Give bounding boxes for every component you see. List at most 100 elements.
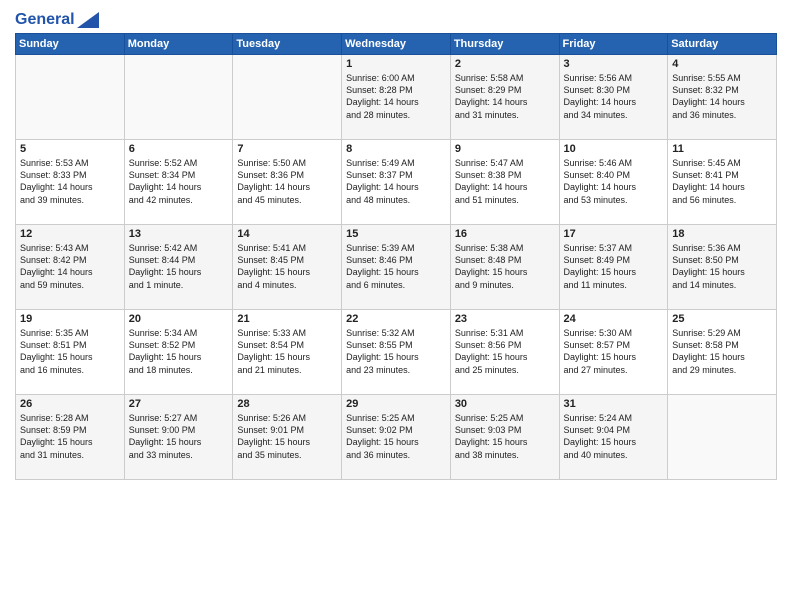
day-number: 30 [455,398,555,410]
day-number: 2 [455,58,555,70]
header-row: SundayMondayTuesdayWednesdayThursdayFrid… [16,34,777,55]
day-info: Sunrise: 5:37 AM Sunset: 8:49 PM Dayligh… [564,242,664,291]
day-number: 5 [20,143,120,155]
day-info: Sunrise: 5:31 AM Sunset: 8:56 PM Dayligh… [455,327,555,376]
calendar-day: 23 Sunrise: 5:31 AM Sunset: 8:56 PM Dayli… [450,310,559,395]
day-number: 3 [564,58,664,70]
day-info: Sunrise: 5:42 AM Sunset: 8:44 PM Dayligh… [129,242,229,291]
calendar-week: 26 Sunrise: 5:28 AM Sunset: 8:59 PM Dayli… [16,395,777,480]
day-number: 28 [237,398,337,410]
day-number: 22 [346,313,446,325]
calendar-day: 25 Sunrise: 5:29 AM Sunset: 8:58 PM Dayli… [668,310,777,395]
calendar-day: 15 Sunrise: 5:39 AM Sunset: 8:46 PM Dayli… [342,225,451,310]
day-number: 10 [564,143,664,155]
calendar-day: 21Sunrise: 5:33 AM Sunset: 8:54 PM Dayli… [233,310,342,395]
calendar-day: 2 Sunrise: 5:58 AM Sunset: 8:29 PM Daylig… [450,55,559,140]
day-info: Sunrise: 5:25 AM Sunset: 9:02 PM Dayligh… [346,412,446,461]
calendar-day: 6 Sunrise: 5:52 AM Sunset: 8:34 PM Daylig… [124,140,233,225]
header-day: Saturday [668,34,777,55]
day-number: 7 [237,143,337,155]
calendar-day: 29 Sunrise: 5:25 AM Sunset: 9:02 PM Dayli… [342,395,451,480]
day-info: Sunrise: 5:32 AM Sunset: 8:55 PM Dayligh… [346,327,446,376]
calendar-day [233,55,342,140]
day-info: Sunrise: 5:24 AM Sunset: 9:04 PM Dayligh… [564,412,664,461]
day-info: Sunrise: 5:30 AM Sunset: 8:57 PM Dayligh… [564,327,664,376]
calendar-day: 30 Sunrise: 5:25 AM Sunset: 9:03 PM Dayli… [450,395,559,480]
calendar-day: 28Sunrise: 5:26 AM Sunset: 9:01 PM Dayli… [233,395,342,480]
calendar-day: 16 Sunrise: 5:38 AM Sunset: 8:48 PM Dayli… [450,225,559,310]
calendar-day [124,55,233,140]
header-day: Wednesday [342,34,451,55]
day-info: Sunrise: 5:39 AM Sunset: 8:46 PM Dayligh… [346,242,446,291]
logo: General [15,10,99,27]
logo-general: General [15,10,75,29]
calendar-day: 9 Sunrise: 5:47 AM Sunset: 8:38 PM Daylig… [450,140,559,225]
day-number: 18 [672,228,772,240]
day-info: Sunrise: 5:29 AM Sunset: 8:58 PM Dayligh… [672,327,772,376]
day-number: 6 [129,143,229,155]
calendar-day: 31Sunrise: 5:24 AM Sunset: 9:04 PM Dayli… [559,395,668,480]
day-number: 9 [455,143,555,155]
day-number: 29 [346,398,446,410]
day-number: 1 [346,58,446,70]
calendar-day [16,55,125,140]
header-day: Tuesday [233,34,342,55]
calendar-week: 5Sunrise: 5:53 AM Sunset: 8:33 PM Daylig… [16,140,777,225]
calendar-day: 7 Sunrise: 5:50 AM Sunset: 8:36 PM Daylig… [233,140,342,225]
day-info: Sunrise: 5:34 AM Sunset: 8:52 PM Dayligh… [129,327,229,376]
calendar-week: 19Sunrise: 5:35 AM Sunset: 8:51 PM Dayli… [16,310,777,395]
calendar-day: 13Sunrise: 5:42 AM Sunset: 8:44 PM Dayli… [124,225,233,310]
day-info: Sunrise: 5:47 AM Sunset: 8:38 PM Dayligh… [455,157,555,206]
calendar-day: 18 Sunrise: 5:36 AM Sunset: 8:50 PM Dayli… [668,225,777,310]
calendar-day: 27Sunrise: 5:27 AM Sunset: 9:00 PM Dayli… [124,395,233,480]
day-info: Sunrise: 5:50 AM Sunset: 8:36 PM Dayligh… [237,157,337,206]
calendar-week: 12Sunrise: 5:43 AM Sunset: 8:42 PM Dayli… [16,225,777,310]
day-number: 8 [346,143,446,155]
day-info: Sunrise: 5:27 AM Sunset: 9:00 PM Dayligh… [129,412,229,461]
calendar-day: 5Sunrise: 5:53 AM Sunset: 8:33 PM Daylig… [16,140,125,225]
calendar-day: 20Sunrise: 5:34 AM Sunset: 8:52 PM Dayli… [124,310,233,395]
calendar-day [668,395,777,480]
calendar-day: 12Sunrise: 5:43 AM Sunset: 8:42 PM Dayli… [16,225,125,310]
day-info: Sunrise: 5:52 AM Sunset: 8:34 PM Dayligh… [129,157,229,206]
calendar-day: 22 Sunrise: 5:32 AM Sunset: 8:55 PM Dayli… [342,310,451,395]
header-day: Monday [124,34,233,55]
calendar-week: 1Sunrise: 6:00 AM Sunset: 8:28 PM Daylig… [16,55,777,140]
day-number: 12 [20,228,120,240]
page: General SundayMondayTuesdayWednesdayThur… [0,0,792,612]
day-info: Sunrise: 5:55 AM Sunset: 8:32 PM Dayligh… [672,72,772,121]
day-info: Sunrise: 5:38 AM Sunset: 8:48 PM Dayligh… [455,242,555,291]
day-number: 15 [346,228,446,240]
calendar-day: 26 Sunrise: 5:28 AM Sunset: 8:59 PM Dayli… [16,395,125,480]
day-number: 19 [20,313,120,325]
day-number: 25 [672,313,772,325]
day-number: 26 [20,398,120,410]
header-day: Sunday [16,34,125,55]
day-number: 11 [672,143,772,155]
day-info: Sunrise: 5:41 AM Sunset: 8:45 PM Dayligh… [237,242,337,291]
header-day: Friday [559,34,668,55]
day-info: Sunrise: 5:45 AM Sunset: 8:41 PM Dayligh… [672,157,772,206]
day-number: 23 [455,313,555,325]
day-number: 16 [455,228,555,240]
day-info: Sunrise: 5:25 AM Sunset: 9:03 PM Dayligh… [455,412,555,461]
calendar-day: 17 Sunrise: 5:37 AM Sunset: 8:49 PM Dayli… [559,225,668,310]
calendar-day: 4 Sunrise: 5:55 AM Sunset: 8:32 PM Daylig… [668,55,777,140]
day-info: Sunrise: 5:36 AM Sunset: 8:50 PM Dayligh… [672,242,772,291]
calendar-table: SundayMondayTuesdayWednesdayThursdayFrid… [15,33,777,480]
calendar-day: 24 Sunrise: 5:30 AM Sunset: 8:57 PM Dayli… [559,310,668,395]
calendar-day: 3 Sunrise: 5:56 AM Sunset: 8:30 PM Daylig… [559,55,668,140]
day-info: Sunrise: 5:49 AM Sunset: 8:37 PM Dayligh… [346,157,446,206]
calendar-day: 10 Sunrise: 5:46 AM Sunset: 8:40 PM Dayli… [559,140,668,225]
day-number: 24 [564,313,664,325]
header-day: Thursday [450,34,559,55]
day-info: Sunrise: 5:46 AM Sunset: 8:40 PM Dayligh… [564,157,664,206]
day-number: 4 [672,58,772,70]
day-info: Sunrise: 5:56 AM Sunset: 8:30 PM Dayligh… [564,72,664,121]
calendar-day: 11 Sunrise: 5:45 AM Sunset: 8:41 PM Dayli… [668,140,777,225]
day-info: Sunrise: 5:28 AM Sunset: 8:59 PM Dayligh… [20,412,120,461]
day-info: Sunrise: 5:58 AM Sunset: 8:29 PM Dayligh… [455,72,555,121]
calendar-day: 1Sunrise: 6:00 AM Sunset: 8:28 PM Daylig… [342,55,451,140]
day-number: 17 [564,228,664,240]
day-info: Sunrise: 5:33 AM Sunset: 8:54 PM Dayligh… [237,327,337,376]
